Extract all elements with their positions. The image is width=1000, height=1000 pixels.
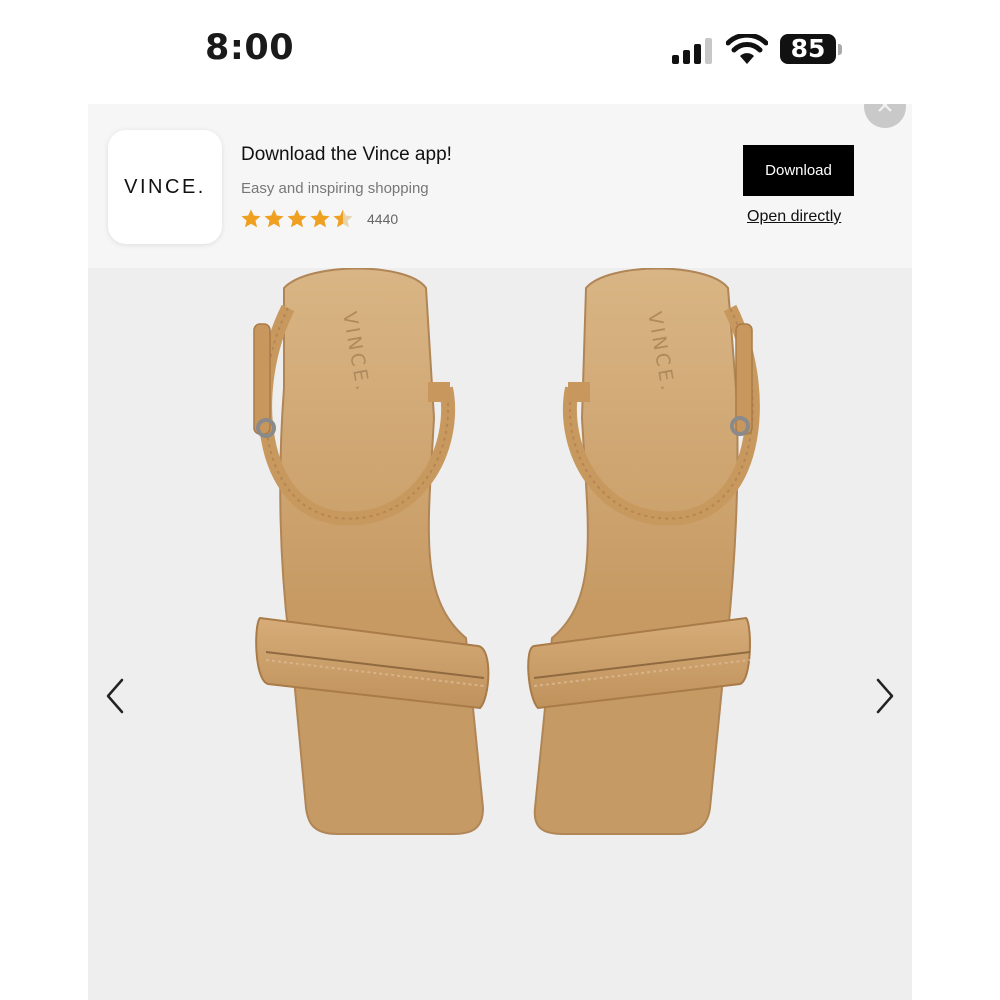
star-icon [287,209,307,228]
right-sandal: VINCE. [527,267,760,835]
star-icon [333,209,353,228]
banner-subtitle: Easy and inspiring shopping [241,180,429,197]
banner-title: Download the Vince app! [241,144,452,165]
page-content: VINCE. VINCE. × VINCE. Download the Vinc… [88,104,912,1000]
sandal-illustration: VINCE. VINCE. [253,267,760,835]
download-button[interactable]: Download [743,145,854,196]
rating: 4440 [240,208,398,230]
app-download-banner: × VINCE. Download the Vince app! Easy an… [88,104,912,268]
signal-icon [672,36,716,64]
rating-stars [240,208,355,230]
left-sandal: VINCE. [253,267,490,835]
app-icon[interactable]: VINCE. [108,130,222,244]
rating-count: 4440 [367,211,399,227]
battery-icon: 85 [780,34,836,64]
star-icon [264,209,284,228]
app-icon-text: VINCE. [124,175,206,198]
close-icon[interactable]: × [864,104,906,128]
status-time: 8:00 [205,28,295,68]
open-directly-link[interactable]: Open directly [747,208,841,226]
chevron-right-icon[interactable] [866,666,906,726]
star-icon [310,209,330,228]
star-icon [241,209,261,228]
wifi-icon [726,34,768,64]
product-image[interactable]: VINCE. VINCE. [88,267,912,1000]
chevron-left-icon[interactable] [94,666,134,726]
battery-nub [838,44,842,55]
